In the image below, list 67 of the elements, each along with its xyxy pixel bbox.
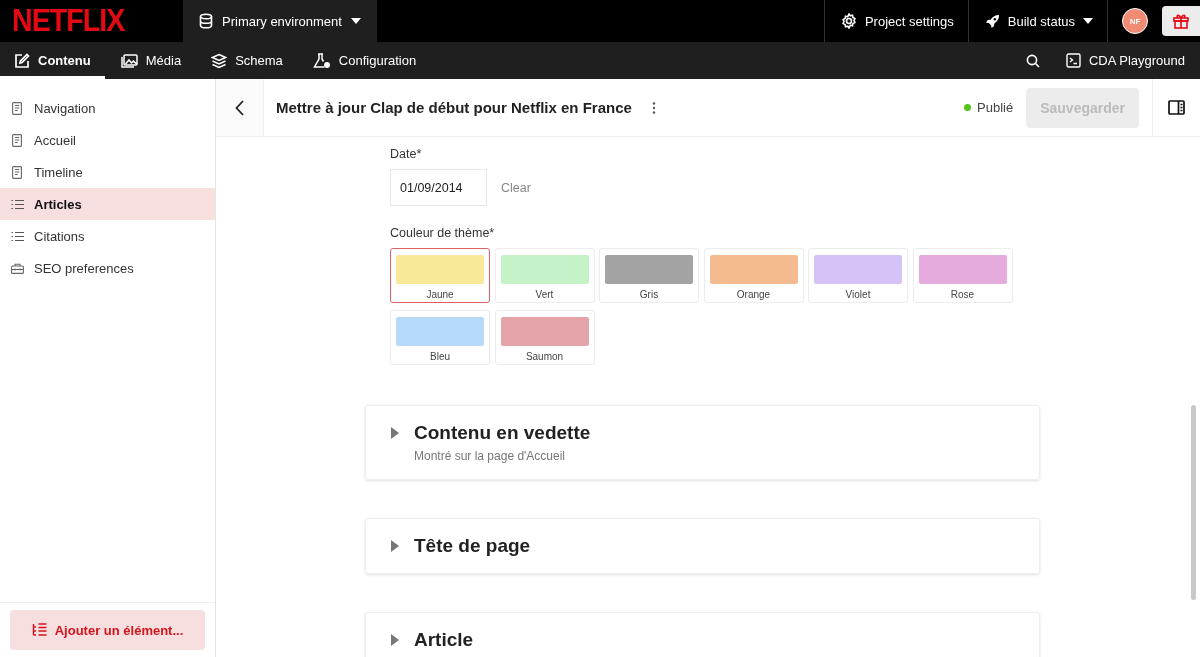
document-icon — [12, 133, 22, 147]
color-option[interactable]: Vert — [494, 248, 595, 303]
side-panel-icon[interactable] — [1168, 100, 1185, 115]
color-label: Orange — [736, 289, 771, 300]
settings-icon — [840, 13, 857, 29]
environment-dropdown[interactable]: Primary environment — [183, 0, 377, 42]
status-dot — [964, 104, 972, 111]
gift-icon — [1172, 12, 1190, 30]
nav-tab[interactable]: Configuration — [298, 42, 431, 79]
sidebar-item[interactable]: Navigation — [0, 92, 215, 124]
nav-tab[interactable]: Média — [106, 42, 196, 79]
collapsible-section[interactable]: Contenu en vedette Montré sur la page d'Accueil — [365, 405, 1040, 480]
color-label: Vert — [535, 289, 554, 300]
color-label: Saumon — [525, 351, 564, 362]
color-option[interactable]: Rose — [912, 248, 1013, 303]
terminal-icon — [1065, 53, 1081, 68]
document-icon — [12, 101, 22, 115]
color-option[interactable]: Gris — [599, 248, 699, 303]
color-label: Violet — [845, 289, 871, 300]
gift-button[interactable] — [1162, 6, 1200, 36]
date-field[interactable]: 01/09/2014 — [390, 169, 487, 206]
color-label: Bleu — [430, 351, 450, 362]
tree-list-icon — [31, 623, 47, 637]
more-icon[interactable] — [651, 101, 656, 114]
sidebar-item[interactable]: Articles — [0, 188, 215, 220]
edit-icon — [14, 52, 30, 69]
collapsible-section[interactable]: Tête de page — [365, 518, 1040, 574]
back-icon[interactable] — [235, 99, 244, 116]
sidebar-item[interactable]: Citations — [0, 220, 215, 252]
color-label: Rose — [950, 289, 975, 300]
collapsible-section[interactable]: Article — [365, 612, 1040, 657]
layers-icon — [211, 52, 228, 69]
database-icon — [199, 13, 213, 29]
color-option[interactable]: Orange — [703, 248, 804, 303]
scrollbar[interactable] — [1191, 405, 1196, 600]
color-option[interactable]: Jaune — [390, 248, 490, 303]
sidebar-item[interactable]: Timeline — [0, 156, 215, 188]
list-icon — [10, 230, 24, 242]
page-title: Mettre à jour Clap de début pour Netflix en France — [275, 98, 632, 118]
color-option[interactable]: Bleu — [390, 310, 490, 365]
status-label: Publié — [977, 100, 1014, 115]
document-icon — [12, 165, 22, 179]
color-option[interactable]: Violet — [808, 248, 908, 303]
caret-icon — [350, 18, 361, 24]
add-item-button[interactable]: Ajouter un élément... — [10, 610, 205, 650]
field-label: Couleur de thème* — [390, 226, 496, 240]
color-label: Gris — [639, 289, 659, 300]
color-label: Jaune — [426, 289, 454, 300]
caret-icon — [1083, 18, 1093, 24]
cda-playground-button[interactable]: CDA Playground — [1059, 42, 1200, 79]
sidebar-item[interactable]: SEO preferences — [0, 252, 215, 284]
netflix-logo[interactable]: NETFLIX — [0, 0, 169, 42]
sidebar-item[interactable]: Accueil — [0, 124, 215, 156]
image-icon — [120, 53, 138, 68]
clear-link[interactable]: Clear — [501, 180, 531, 195]
field-label: Date* — [390, 147, 423, 161]
nav-tab[interactable]: Schema — [197, 42, 297, 79]
search-icon[interactable] — [1025, 53, 1040, 68]
color-option[interactable]: Saumon — [494, 310, 595, 365]
section-title: Article — [414, 629, 474, 651]
section-title: Tête de page — [414, 535, 531, 557]
toolbox-icon — [10, 262, 24, 274]
section-subtitle: Montré sur la page d'Accueil — [414, 449, 567, 463]
flask-gear-icon — [312, 52, 331, 69]
rocket-icon — [984, 13, 1000, 29]
section-title: Contenu en vedette — [414, 422, 591, 444]
list-icon — [10, 198, 24, 210]
